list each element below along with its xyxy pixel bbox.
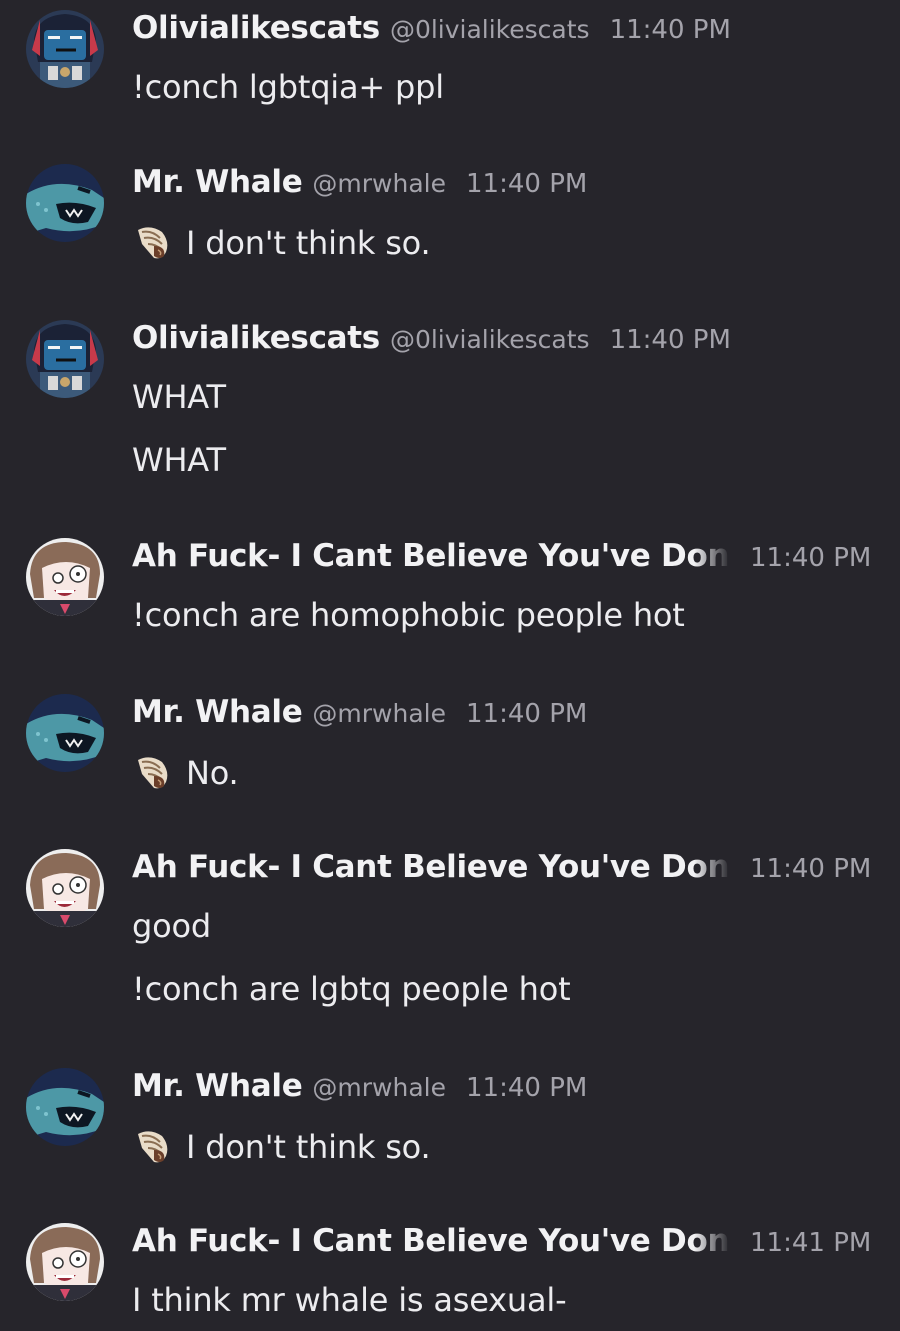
message-text: I think mr whale is asexual- — [132, 1281, 567, 1319]
conch-shell-icon — [132, 1126, 172, 1166]
author-handle: @0livialikescats — [389, 15, 590, 44]
message-text: No. — [132, 752, 239, 792]
message-text-content: !conch lgbtqia+ ppl — [132, 68, 444, 106]
message-header: Mr. Whale @mrwhale 11:40 PM — [132, 694, 892, 734]
message-text-content: I think mr whale is asexual- — [132, 1281, 567, 1319]
conch-shell-icon — [132, 752, 172, 792]
message-timestamp: 11:40 PM — [609, 15, 731, 45]
author-name[interactable]: Mr. Whale — [132, 164, 303, 200]
message-text-content: I don't think so. — [186, 224, 431, 262]
anime-avatar[interactable] — [26, 538, 104, 616]
whale-avatar[interactable] — [26, 1068, 104, 1146]
message-text: !conch lgbtqia+ ppl — [132, 68, 444, 106]
message: Olivialikescats @0livialikescats 11:40 PM!… — [0, 10, 900, 140]
whale-avatar[interactable] — [26, 694, 104, 772]
message-header: Mr. Whale @mrwhale 11:40 PM — [132, 164, 892, 204]
message: Mr. Whale @mrwhale 11:40 PM No. — [0, 694, 900, 824]
message-timestamp: 11:40 PM — [466, 169, 588, 199]
message-text-content: I don't think so. — [186, 1128, 431, 1166]
message-text: good — [132, 907, 211, 945]
author-name[interactable]: Mr. Whale — [132, 1068, 303, 1104]
author-handle: @mrwhale — [312, 169, 446, 198]
message: Mr. Whale @mrwhale 11:40 PM I don't think s… — [0, 164, 900, 294]
author-name[interactable]: Ah Fuck- I Cant Believe You've Done — [132, 1223, 730, 1259]
author-name[interactable]: Olivialikescats — [132, 320, 380, 356]
anime-avatar[interactable] — [26, 1223, 104, 1301]
message-text: I don't think so. — [132, 222, 431, 262]
author-name[interactable]: Ah Fuck- I Cant Believe You've Done — [132, 538, 730, 574]
message-header: Mr. Whale @mrwhale 11:40 PM — [132, 1068, 892, 1108]
message-text-content: WHAT — [132, 378, 226, 416]
author-handle: @mrwhale — [312, 699, 446, 728]
message-timestamp: 11:40 PM — [609, 325, 731, 355]
message-timestamp: 11:40 PM — [466, 1073, 588, 1103]
anime-avatar[interactable] — [26, 849, 104, 927]
author-handle: @mrwhale — [312, 1073, 446, 1102]
message-timestamp: 11:40 PM — [750, 854, 872, 884]
message-timestamp: 11:40 PM — [466, 699, 588, 729]
conch-shell-icon — [132, 222, 172, 262]
message-text: WHAT — [132, 378, 226, 416]
message-text-content: !conch are homophobic people hot — [132, 596, 685, 634]
author-handle: @0livialikescats — [389, 325, 590, 354]
message-text: I don't think so. — [132, 1126, 431, 1166]
message: Mr. Whale @mrwhale 11:40 PM I don't think s… — [0, 1068, 900, 1198]
message: Ah Fuck- I Cant Believe You've Done 11:41… — [0, 1223, 900, 1331]
message-text-content: !conch are lgbtq people hot — [132, 970, 571, 1008]
olivia-avatar[interactable] — [26, 10, 104, 88]
message-header: Olivialikescats @0livialikescats 11:40 PM — [132, 10, 892, 50]
olivia-avatar[interactable] — [26, 320, 104, 398]
whale-avatar[interactable] — [26, 164, 104, 242]
message: Ah Fuck- I Cant Believe You've Done 11:40… — [0, 538, 900, 668]
message: Olivialikescats @0livialikescats 11:40 PM W… — [0, 320, 900, 479]
author-name[interactable]: Mr. Whale — [132, 694, 303, 730]
message-header: Olivialikescats @0livialikescats 11:40 PM — [132, 320, 892, 360]
message: Ah Fuck- I Cant Believe You've Done 11:40… — [0, 849, 900, 1008]
message-text-content: good — [132, 907, 211, 945]
author-name[interactable]: Ah Fuck- I Cant Believe You've Done — [132, 849, 730, 885]
message-text-content: WHAT — [132, 441, 226, 479]
message-timestamp: 11:40 PM — [750, 543, 872, 573]
message-text-content: No. — [186, 754, 239, 792]
message-text: !conch are homophobic people hot — [132, 596, 685, 634]
message-timestamp: 11:41 PM — [750, 1228, 872, 1258]
author-name[interactable]: Olivialikescats — [132, 10, 380, 46]
message-header: Ah Fuck- I Cant Believe You've Done 11:40… — [132, 538, 892, 578]
message-header: Ah Fuck- I Cant Believe You've Done 11:40… — [132, 849, 892, 889]
message-header: Ah Fuck- I Cant Believe You've Done 11:41… — [132, 1223, 892, 1263]
message-text: !conch are lgbtq people hot — [132, 970, 571, 1008]
message-text: WHAT — [132, 441, 226, 479]
